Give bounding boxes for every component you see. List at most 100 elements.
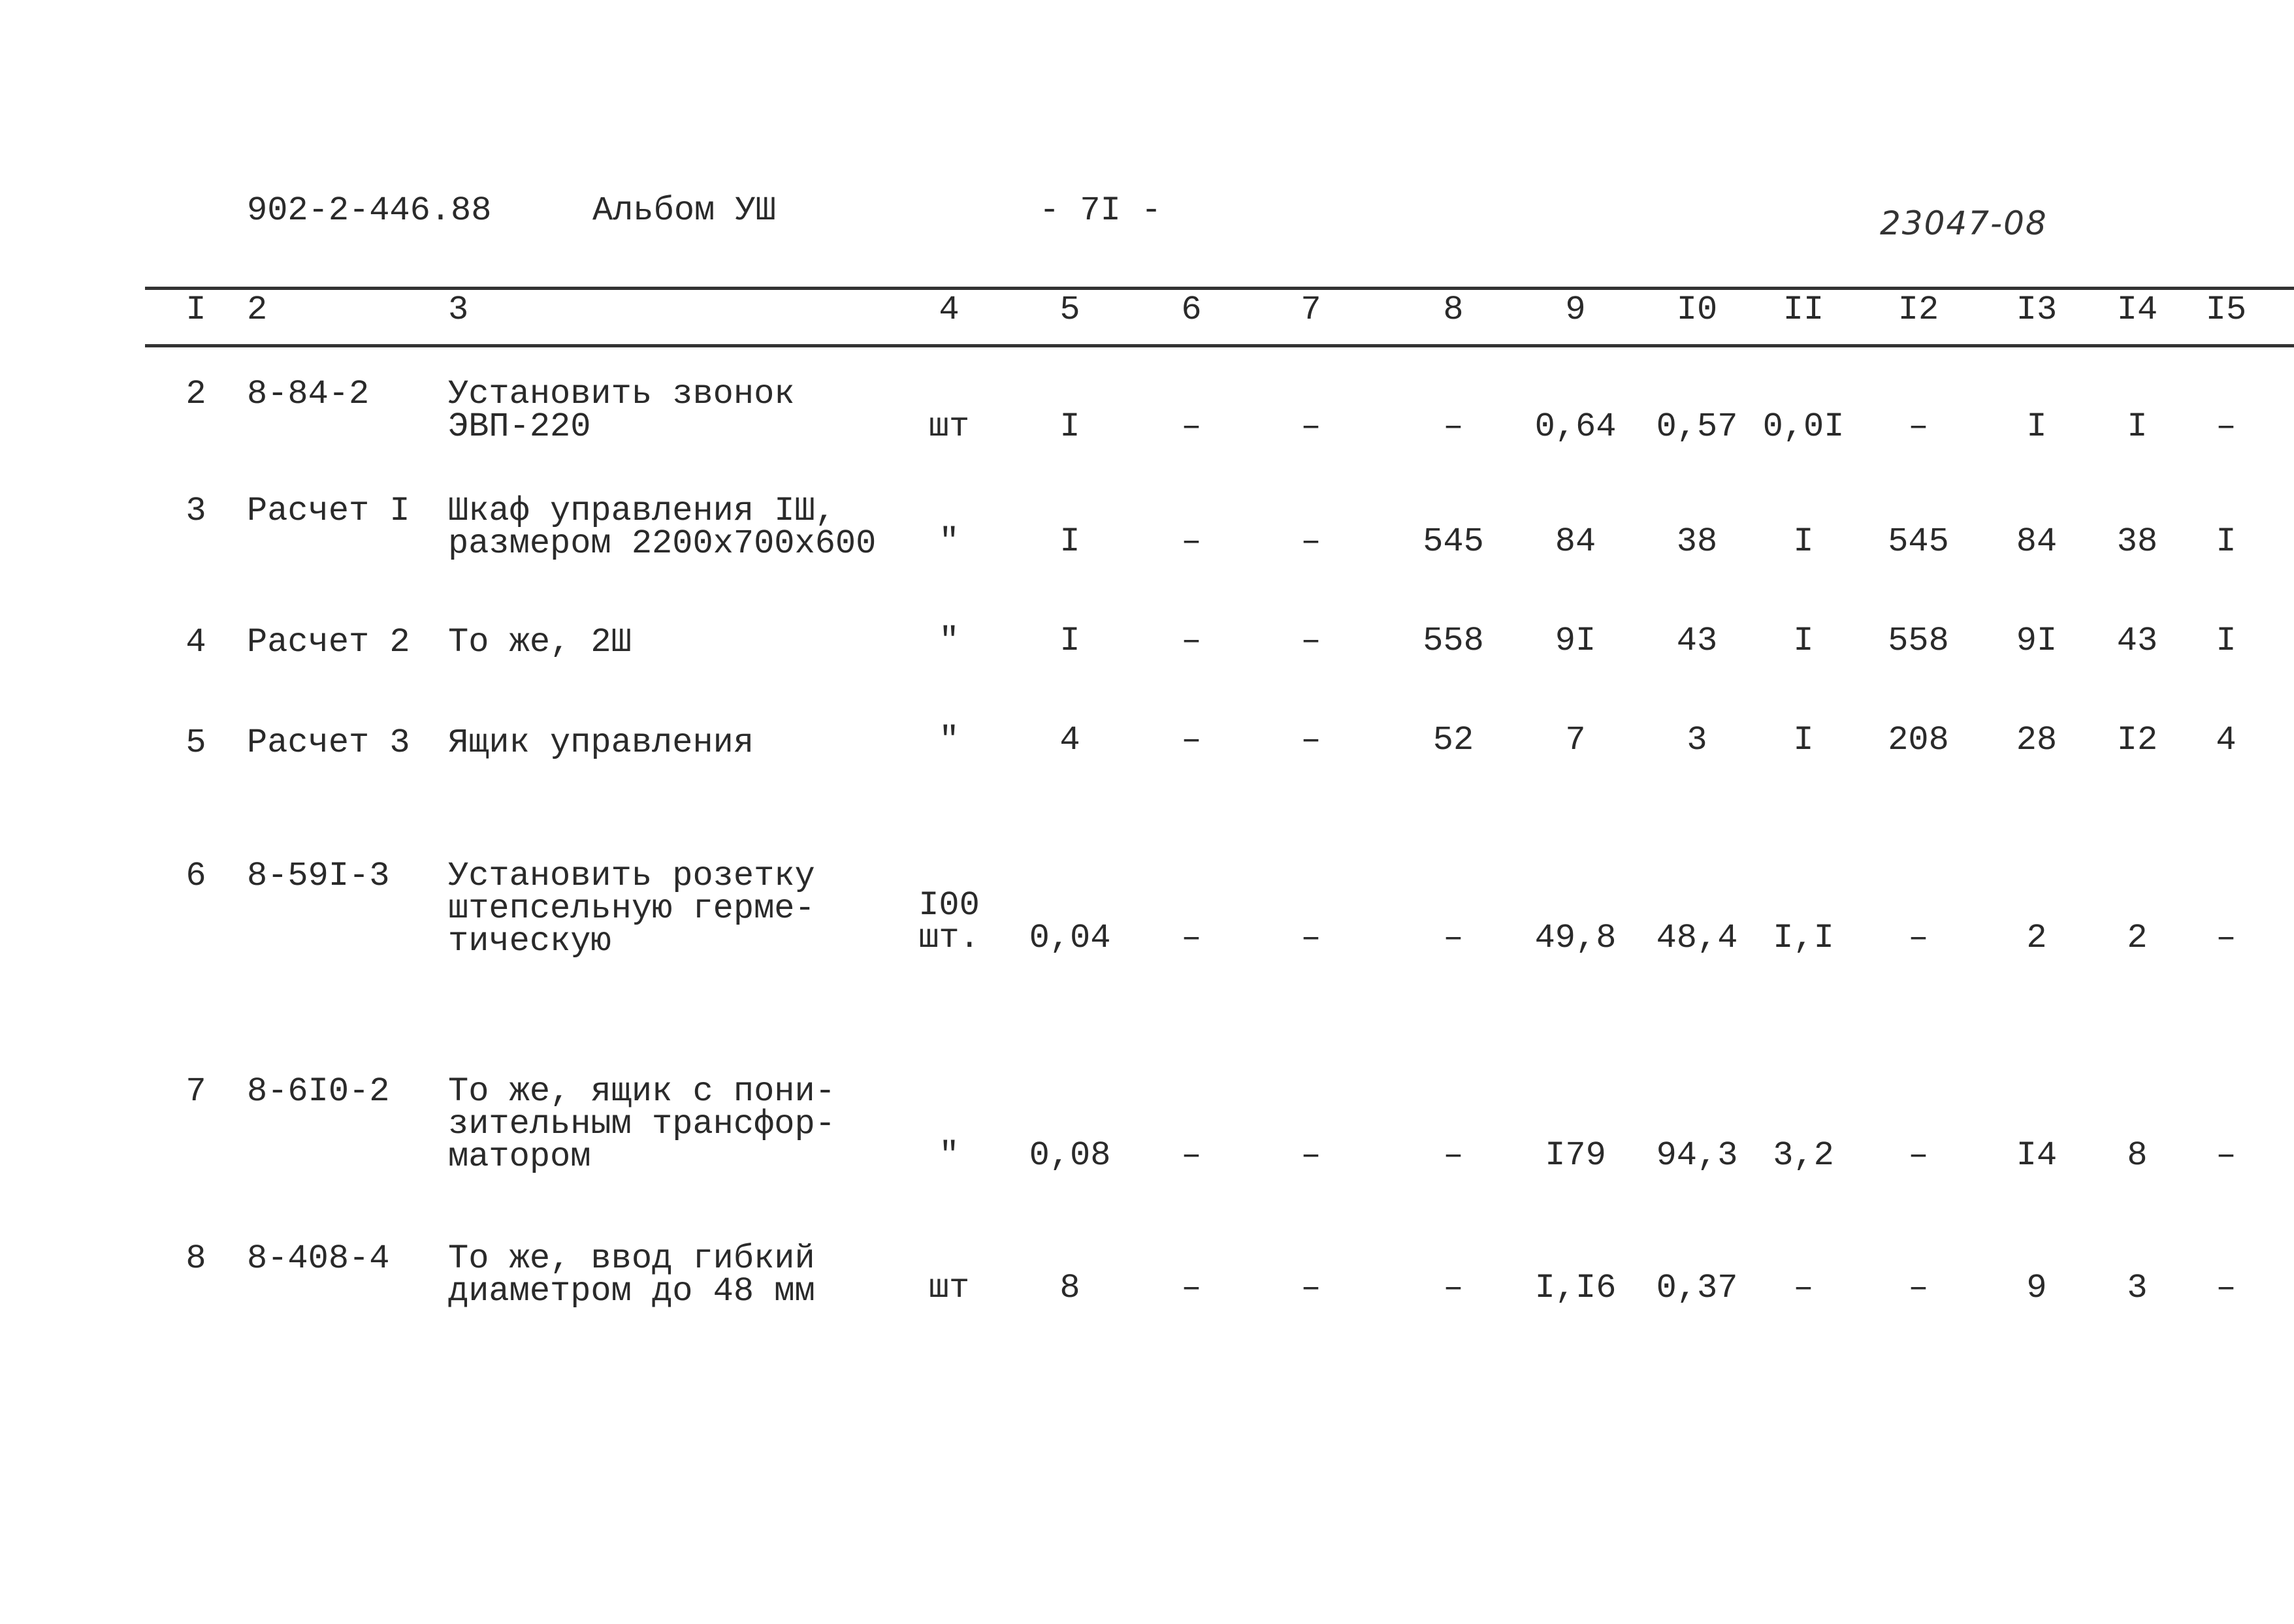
row-value-col-12: 558 [1888, 622, 1949, 660]
row-value-col-12: 208 [1888, 721, 1949, 759]
row-value-col-11: 3,2 [1773, 1136, 1834, 1175]
handwritten-number: 23047-08 [1880, 204, 2048, 242]
row-code: Расчет 3 [247, 724, 410, 762]
row-value-col-11: I,I [1773, 919, 1834, 957]
row-value-col-8: – [1443, 407, 1464, 446]
column-header-3: 3 [448, 291, 469, 329]
row-description-line: размером 2200х700х600 [448, 524, 877, 563]
album-label: Альбом УШ [592, 191, 776, 230]
column-header-1: I [186, 291, 206, 329]
row-value-col-13: 84 [2016, 522, 2058, 561]
row-value-col-14: 3 [2127, 1269, 2148, 1307]
row-value-col-14: I2 [2116, 721, 2158, 759]
header-bottom-rule [145, 344, 2294, 347]
row-unit: I00 [918, 886, 980, 925]
row-value-col-11: 0,0I [1762, 407, 1845, 446]
row-value-col-9: 49,8 [1534, 919, 1617, 957]
row-description-line: матором [448, 1138, 591, 1176]
row-unit: " [939, 721, 960, 759]
row-description-line: диаметром до 48 мм [448, 1272, 815, 1311]
row-value-col-8: 545 [1423, 522, 1484, 561]
row-code: Расчет 2 [247, 623, 410, 661]
row-value-col-7: – [1300, 919, 1321, 957]
row-value-col-13: 28 [2016, 721, 2058, 759]
row-value-col-12: – [1908, 407, 1929, 446]
column-header-6: 6 [1181, 291, 1202, 329]
row-unit: " [939, 1136, 960, 1175]
row-number: 5 [186, 724, 206, 762]
row-value-col-13: 9I [2016, 622, 2058, 660]
row-value-col-10: 43 [1676, 622, 1718, 660]
row-description-line: штепсельную герме- [448, 889, 815, 928]
row-value-col-14: 8 [2127, 1136, 2148, 1175]
column-header-13: I3 [2016, 291, 2058, 329]
row-value-col-5: 0,04 [1029, 919, 1111, 957]
row-description-line: То же, ввод гибкий [448, 1239, 815, 1278]
row-value-col-10: 48,4 [1656, 919, 1738, 957]
row-value-col-10: 38 [1676, 522, 1718, 561]
row-unit: шт. [918, 919, 980, 957]
row-number: 6 [186, 857, 206, 895]
row-value-col-11: – [1793, 1269, 1814, 1307]
row-value-col-5: I [1059, 622, 1080, 660]
row-value-col-6: – [1181, 919, 1202, 957]
row-value-col-10: 0,57 [1656, 407, 1738, 446]
row-description-line: То же, 2Ш [448, 623, 632, 661]
row-value-col-8: 52 [1432, 721, 1474, 759]
row-description-line: ЭВП-220 [448, 407, 591, 446]
column-header-4: 4 [939, 291, 960, 329]
row-description-line: зительным трансфор- [448, 1105, 835, 1143]
row-code: 8-84-2 [247, 375, 370, 413]
column-header-5: 5 [1059, 291, 1080, 329]
row-value-col-12: – [1908, 919, 1929, 957]
row-value-col-10: 3 [1687, 721, 1707, 759]
row-value-col-9: I79 [1545, 1136, 1606, 1175]
row-unit: шт [928, 407, 970, 446]
row-value-col-12: – [1908, 1136, 1929, 1175]
row-number: 7 [186, 1072, 206, 1111]
row-description-line: Ящик управления [448, 724, 754, 762]
row-value-col-9: 9I [1555, 622, 1596, 660]
row-number: 4 [186, 623, 206, 661]
row-value-col-6: – [1181, 1136, 1202, 1175]
column-header-11: II [1783, 291, 1824, 329]
row-description-line: Установить розетку [448, 857, 815, 895]
column-header-10: I0 [1676, 291, 1718, 329]
row-value-col-15: I [2216, 622, 2237, 660]
column-header-15: I5 [2205, 291, 2247, 329]
row-value-col-15: 4 [2216, 721, 2237, 759]
row-value-col-7: – [1300, 407, 1321, 446]
row-value-col-7: – [1300, 1269, 1321, 1307]
column-header-9: 9 [1565, 291, 1586, 329]
row-value-col-8: – [1443, 1269, 1464, 1307]
page-number: - 7I - [1039, 191, 1162, 230]
column-header-14: I4 [2116, 291, 2158, 329]
row-value-col-14: 2 [2127, 919, 2148, 957]
doc-code: 902-2-446.88 [247, 191, 492, 230]
row-description-line: Установить звонок [448, 375, 795, 413]
row-value-col-6: – [1181, 522, 1202, 561]
row-value-col-9: 84 [1555, 522, 1596, 561]
row-value-col-15: – [2216, 407, 2237, 446]
row-number: 3 [186, 492, 206, 530]
row-value-col-15: – [2216, 919, 2237, 957]
column-header-7: 7 [1300, 291, 1321, 329]
row-value-col-10: 0,37 [1656, 1269, 1738, 1307]
row-value-col-5: I [1059, 522, 1080, 561]
row-value-col-11: I [1793, 622, 1814, 660]
header-top-rule [145, 287, 2294, 290]
column-header-2: 2 [247, 291, 268, 329]
row-number: 2 [186, 375, 206, 413]
row-value-col-14: I [2127, 407, 2148, 446]
row-description-line: тическую [448, 922, 611, 961]
row-value-col-7: – [1300, 522, 1321, 561]
row-value-col-6: – [1181, 622, 1202, 660]
row-value-col-12: 545 [1888, 522, 1949, 561]
row-code: 8-408-4 [247, 1239, 390, 1278]
row-value-col-7: – [1300, 1136, 1321, 1175]
row-unit: " [939, 522, 960, 561]
row-value-col-10: 94,3 [1656, 1136, 1738, 1175]
row-value-col-9: 0,64 [1534, 407, 1617, 446]
row-description-line: То же, ящик с пони- [448, 1072, 835, 1111]
row-value-col-7: – [1300, 622, 1321, 660]
